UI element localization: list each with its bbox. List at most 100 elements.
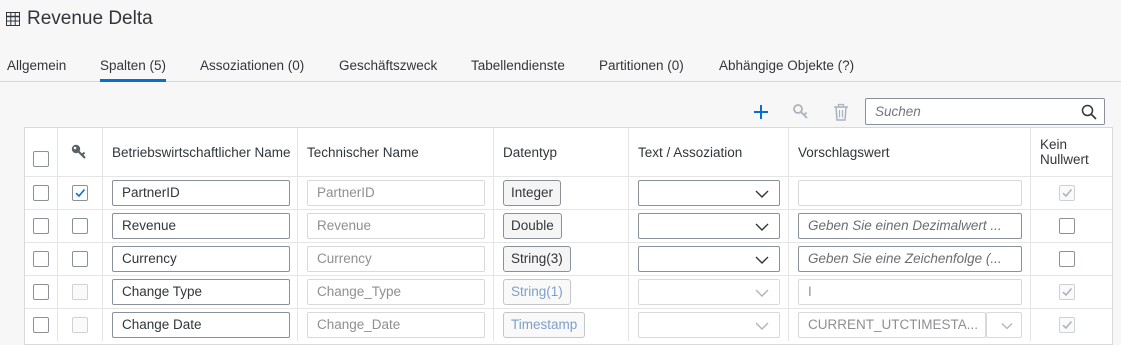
key-icon[interactable]: [791, 102, 811, 122]
technical-name-input[interactable]: PartnerID: [307, 180, 485, 206]
business-name-input[interactable]: PartnerID: [112, 180, 290, 206]
key-checkbox[interactable]: [72, 218, 88, 234]
text-association-select[interactable]: [638, 279, 780, 305]
data-type-button[interactable]: String(3): [503, 246, 571, 272]
default-value-input[interactable]: I: [798, 279, 1022, 305]
technical-name-input[interactable]: Currency: [307, 246, 485, 272]
technical-name-cell: PartnerID: [298, 177, 494, 209]
business-name-cell: Revenue: [103, 210, 298, 242]
tab-assoziationen[interactable]: Assoziationen (0): [200, 58, 304, 82]
data-type-cell: String(3): [494, 243, 629, 275]
select-all-checkbox[interactable]: [33, 151, 49, 167]
business-name-input[interactable]: Currency: [112, 246, 290, 272]
tab-allgemein[interactable]: Allgemein: [7, 58, 66, 82]
technical-name-cell: Currency: [298, 243, 494, 275]
business-name-cell: PartnerID: [103, 177, 298, 209]
data-type-button[interactable]: String(1): [503, 279, 571, 305]
key-column-header: [58, 128, 103, 176]
technical-name-cell: Change_Type: [298, 276, 494, 308]
business-name-cell: Currency: [103, 243, 298, 275]
header-text-association[interactable]: Text / Assoziation: [629, 128, 789, 176]
page-header: Revenue Delta Allgemein Spalten (5) Asso…: [0, 0, 1121, 82]
not-null-cell: [1031, 243, 1112, 275]
table-row: Revenue Revenue Double Geben Sie einen Dezi…: [25, 209, 1112, 242]
default-value-cell: Geben Sie einen Dezimalwert ...: [789, 210, 1031, 242]
row-select-cell: [25, 210, 58, 242]
search-icon[interactable]: [1081, 104, 1097, 120]
default-value-cell: CURRENT_UTCTIMESTA...: [789, 309, 1031, 341]
not-null-cell: [1031, 276, 1112, 308]
page-title: Revenue Delta: [27, 8, 153, 29]
select-all-header: [25, 128, 58, 176]
header-technical-name[interactable]: Technischer Name: [298, 128, 494, 176]
row-select-cell: [25, 243, 58, 275]
row-select-checkbox[interactable]: [33, 218, 49, 234]
not-null-checkbox[interactable]: [1059, 218, 1075, 234]
key-cell: [58, 276, 103, 308]
text-association-select[interactable]: [638, 213, 780, 239]
tab-spalten[interactable]: Spalten (5): [100, 58, 167, 82]
header-default-value[interactable]: Vorschlagswert: [789, 128, 1031, 176]
row-select-cell: [25, 177, 58, 209]
default-value-input[interactable]: [798, 180, 1022, 206]
data-type-button[interactable]: Integer: [503, 180, 562, 206]
not-null-cell: [1031, 309, 1112, 341]
key-checkbox[interactable]: [72, 251, 88, 267]
table-row: Change Date Change_Date Timestamp CURRENT_U…: [25, 308, 1112, 341]
table-row: Currency Currency String(3) Geben Sie eine …: [25, 242, 1112, 275]
not-null-cell: [1031, 210, 1112, 242]
header-not-null[interactable]: Kein Nullwert: [1031, 128, 1112, 176]
header-data-type[interactable]: Datentyp: [494, 128, 629, 176]
row-select-checkbox[interactable]: [33, 185, 49, 201]
key-checkbox[interactable]: [72, 317, 88, 333]
row-select-checkbox[interactable]: [33, 251, 49, 267]
tab-geschaeftszweck[interactable]: Geschäftszweck: [339, 58, 437, 82]
technical-name-input[interactable]: Change_Type: [307, 279, 485, 305]
key-icon: [71, 144, 86, 159]
text-association-select[interactable]: [638, 312, 780, 338]
business-name-input[interactable]: Change Type: [112, 279, 290, 305]
technical-name-input[interactable]: Revenue: [307, 213, 485, 239]
business-name-cell: Change Type: [103, 276, 298, 308]
business-name-input[interactable]: Revenue: [112, 213, 290, 239]
header-business-name[interactable]: Betriebswirtschaftlicher Name: [103, 128, 298, 176]
key-cell: [58, 177, 103, 209]
technical-name-cell: Revenue: [298, 210, 494, 242]
text-association-cell: [629, 177, 789, 209]
not-null-checkbox[interactable]: [1059, 251, 1075, 267]
text-association-cell: [629, 210, 789, 242]
text-association-select[interactable]: [638, 180, 780, 206]
default-value-dropdown[interactable]: [986, 312, 1022, 338]
not-null-checkbox[interactable]: [1059, 317, 1075, 333]
add-icon[interactable]: [751, 102, 771, 122]
default-value-input[interactable]: CURRENT_UTCTIMESTA...: [798, 312, 986, 338]
tab-tabellendienste[interactable]: Tabellendienste: [471, 58, 565, 82]
default-value-input[interactable]: Geben Sie eine Zeichenfolge (...: [798, 246, 1022, 272]
key-checkbox[interactable]: [72, 284, 88, 300]
search-input[interactable]: [866, 99, 1071, 124]
tab-partitionen[interactable]: Partitionen (0): [599, 58, 684, 82]
default-value-input[interactable]: Geben Sie einen Dezimalwert ...: [798, 213, 1022, 239]
row-select-checkbox[interactable]: [33, 284, 49, 300]
row-select-checkbox[interactable]: [33, 317, 49, 333]
row-select-cell: [25, 276, 58, 308]
delete-icon[interactable]: [831, 102, 851, 122]
business-name-input[interactable]: Change Date: [112, 312, 290, 338]
data-type-button[interactable]: Double: [503, 213, 562, 239]
technical-name-input[interactable]: Change_Date: [307, 312, 485, 338]
key-checkbox[interactable]: [72, 185, 88, 201]
default-value-cell: I: [789, 276, 1031, 308]
not-null-checkbox[interactable]: [1059, 185, 1075, 201]
title-row: Revenue Delta: [6, 8, 153, 30]
text-association-select[interactable]: [638, 246, 780, 272]
data-type-cell: Double: [494, 210, 629, 242]
data-type-button[interactable]: Timestamp: [503, 312, 586, 338]
tab-abhaengige-objekte[interactable]: Abhängige Objekte (?): [719, 58, 854, 82]
technical-name-cell: Change_Date: [298, 309, 494, 341]
not-null-cell: [1031, 177, 1112, 209]
columns-table: Betriebswirtschaftlicher Name Technische…: [24, 127, 1113, 345]
not-null-checkbox[interactable]: [1059, 284, 1075, 300]
table-row: Change Type Change_Type String(1) I: [25, 275, 1112, 308]
search-field[interactable]: [865, 98, 1105, 125]
default-value-cell: [789, 177, 1031, 209]
